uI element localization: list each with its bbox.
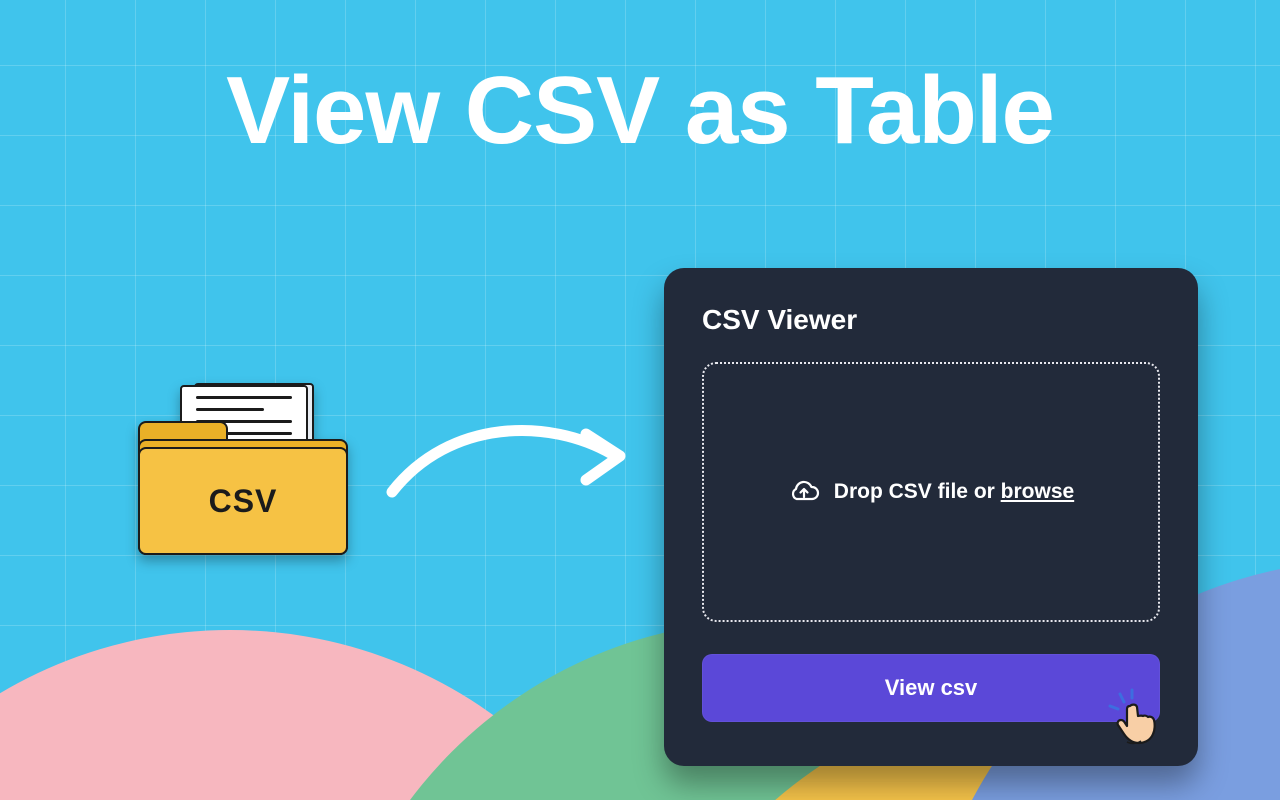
- csv-folder-illustration: CSV: [138, 385, 348, 555]
- file-dropzone[interactable]: Drop CSV file or browse: [702, 362, 1160, 622]
- folder-front-icon: CSV: [138, 447, 348, 555]
- arrow-right-icon: [380, 400, 640, 520]
- csv-viewer-panel: CSV Viewer Drop CSV file or browse View …: [664, 268, 1198, 766]
- dropzone-label: Drop CSV file or browse: [834, 480, 1074, 504]
- cloud-upload-icon: [788, 479, 820, 505]
- panel-title: CSV Viewer: [702, 304, 1160, 336]
- folder-label: CSV: [209, 483, 278, 520]
- dropzone-prefix: Drop CSV file or: [834, 480, 1001, 503]
- page-title: View CSV as Table: [0, 56, 1280, 166]
- view-csv-button[interactable]: View csv: [702, 654, 1160, 722]
- browse-link[interactable]: browse: [1001, 480, 1075, 503]
